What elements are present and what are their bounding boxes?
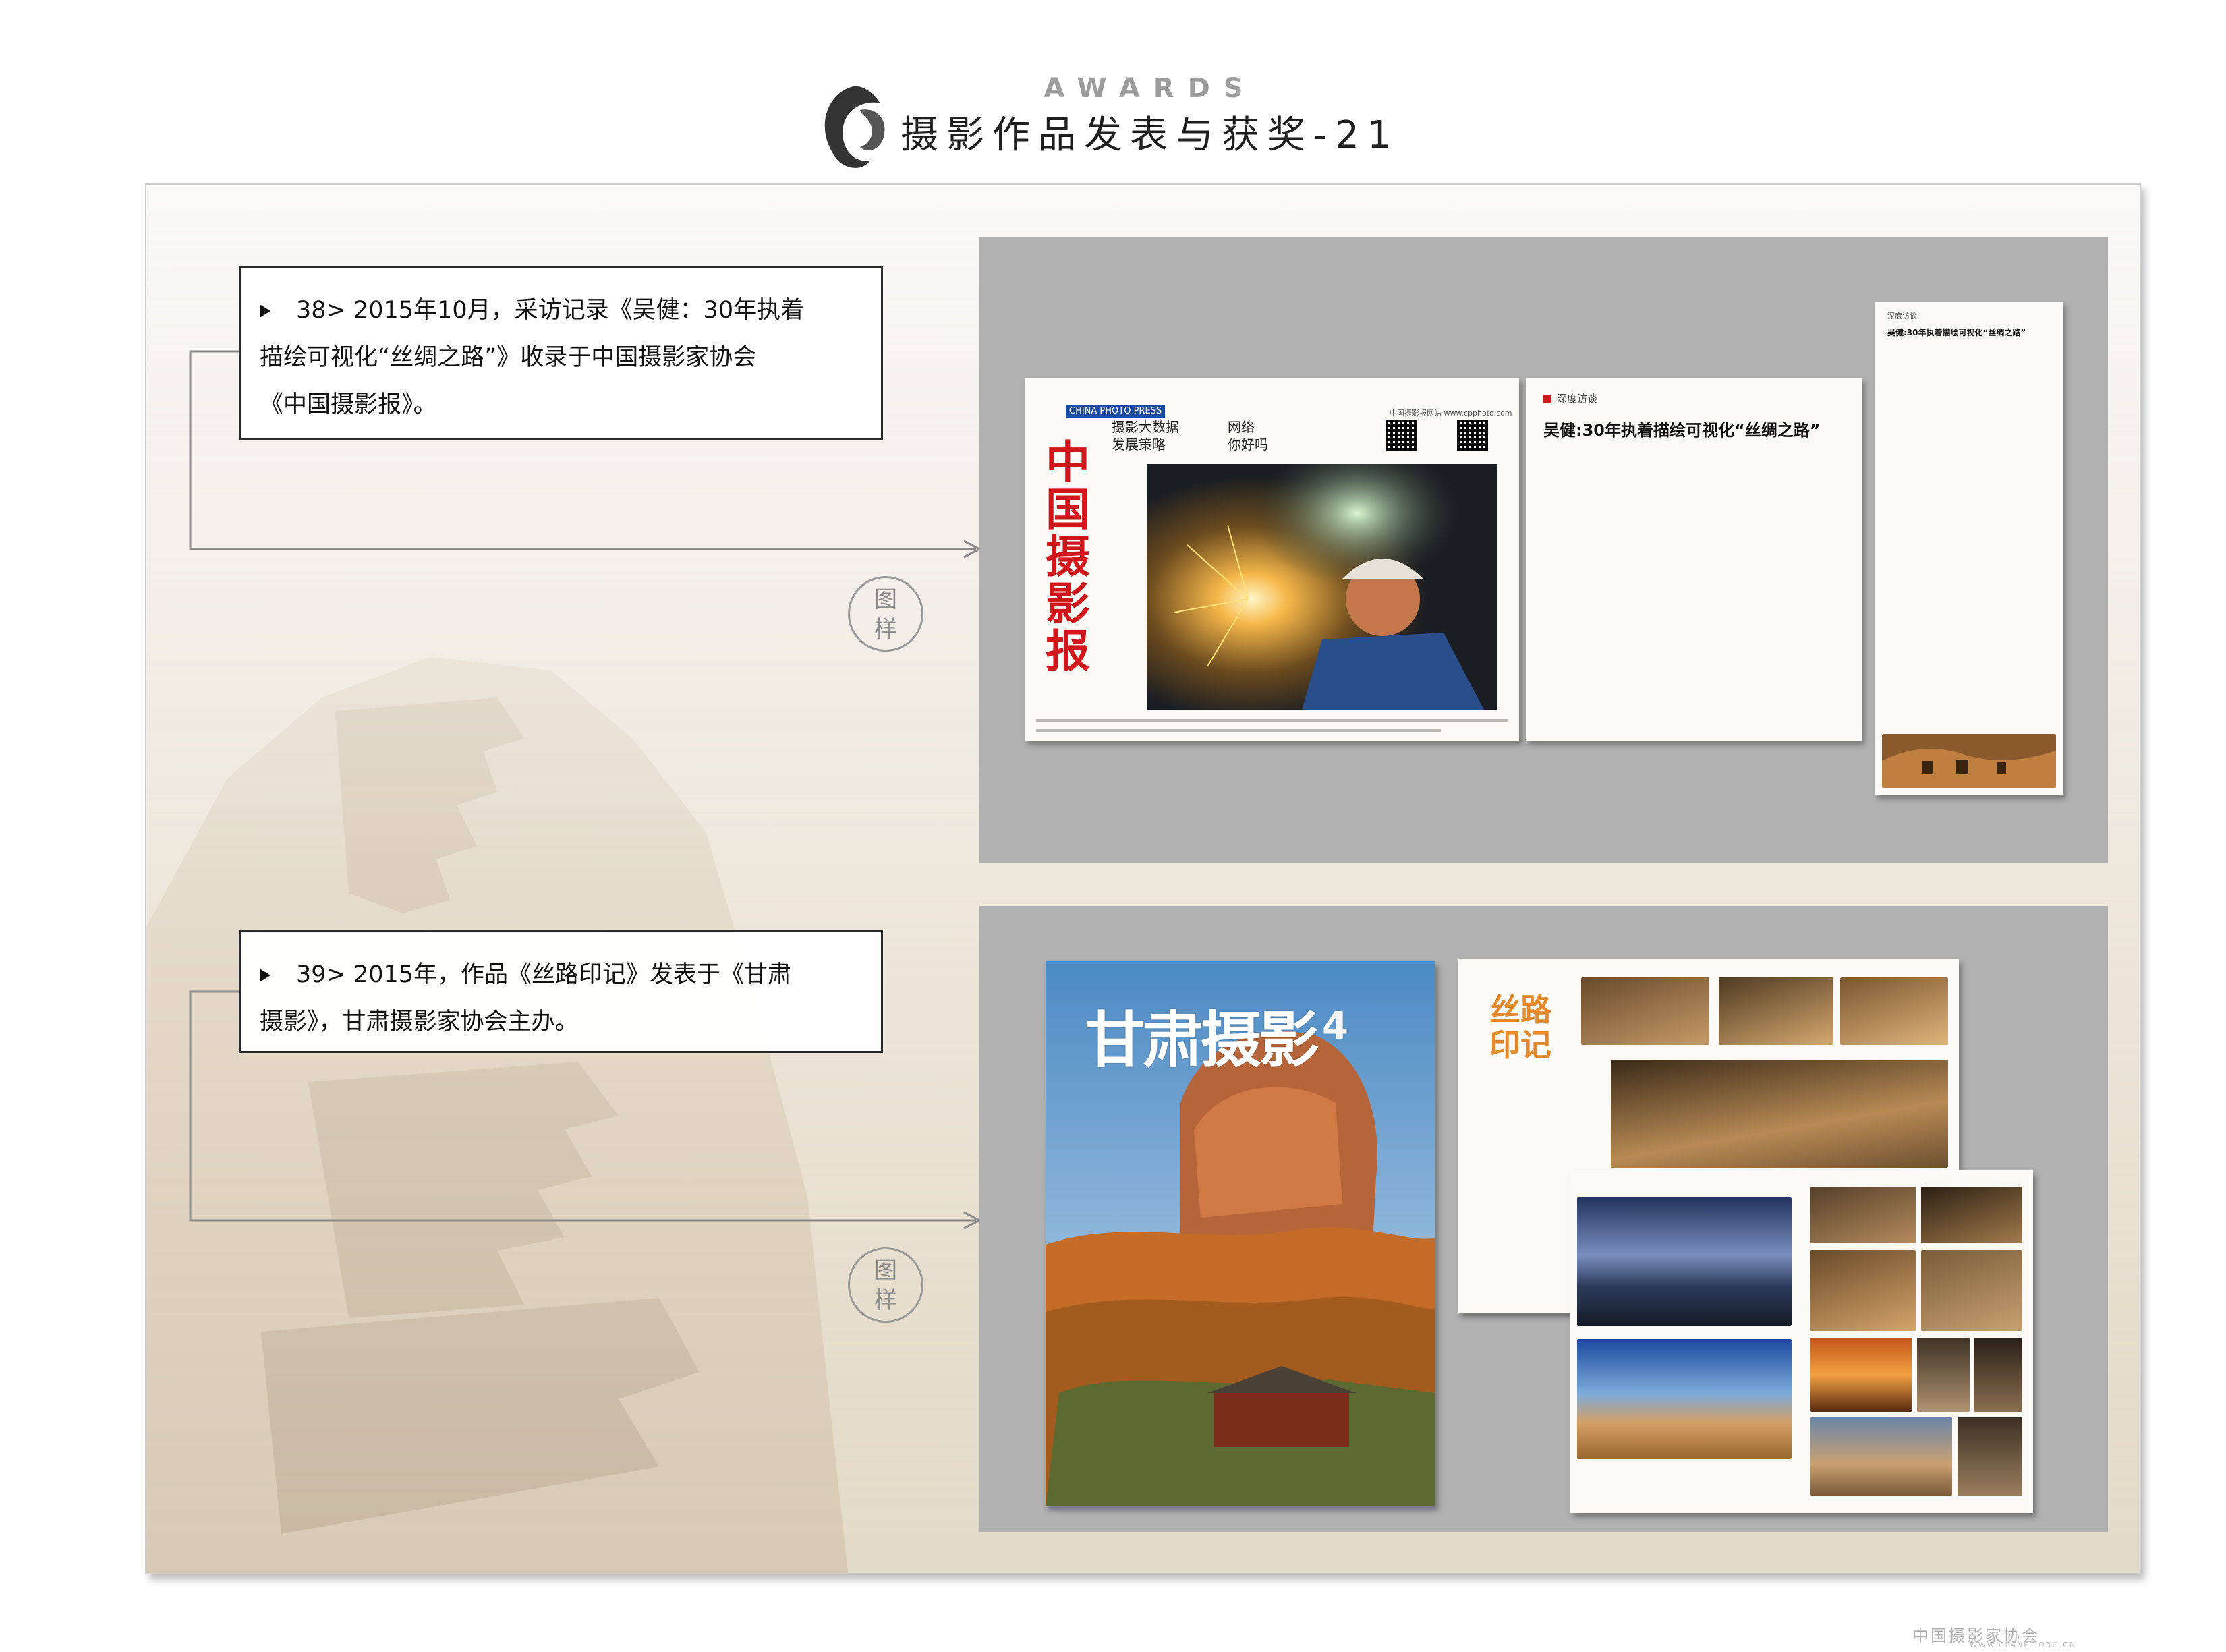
newspaper-site: 中国摄影报网站 www.cpphoto.com bbox=[1390, 409, 1512, 418]
sand-dunes-photo bbox=[1577, 1339, 1792, 1459]
grotto-photo bbox=[1882, 734, 2056, 788]
article-title: 吴健:30年执着描绘可视化“丝绸之路” bbox=[1887, 328, 2026, 337]
mountain-sunset-photo bbox=[1810, 1338, 1912, 1412]
magazine-cover: 甘肃摄影 4 bbox=[1046, 961, 1435, 1506]
buddha-statue-photo bbox=[1917, 1338, 1970, 1412]
spread-title: 丝路 印记 bbox=[1489, 992, 1551, 1063]
cave-buddha-photo bbox=[1958, 1417, 2022, 1496]
association-logo-icon bbox=[824, 86, 885, 168]
desert-photo bbox=[1581, 977, 1709, 1045]
newspaper-image-panel: CHINA PHOTO PRESS 中国摄影报 摄影大数据 发展策略 网络 你好… bbox=[979, 237, 2108, 863]
newspaper-masthead: 中国摄影报 bbox=[1046, 436, 1090, 677]
grotto-cliff-photo bbox=[1810, 1250, 1916, 1331]
awards-label: AWARDS bbox=[1044, 73, 1257, 104]
newspaper-article-page: 深度访谈 吴健:30年执着描绘可视化“丝绸之路” bbox=[1526, 378, 1862, 741]
qr-code-icon bbox=[1457, 420, 1488, 451]
text-line bbox=[1036, 719, 1508, 722]
magazine-image-panel: 甘肃摄影 4 丝路 印记 bbox=[979, 906, 2108, 1532]
pagoda-photo bbox=[1810, 1417, 1952, 1496]
article-tag: 深度访谈 bbox=[1543, 391, 1597, 405]
newspaper-brand: CHINA PHOTO PRESS bbox=[1066, 405, 1166, 418]
footer-url: WWW.CPANET.ORG.CN bbox=[1970, 1641, 2077, 1649]
qr-code-icon bbox=[1386, 420, 1417, 451]
newspaper-article-continued: 深度访谈 吴健:30年执着描绘可视化“丝绸之路” bbox=[1875, 302, 2063, 795]
newspaper-front-page: CHINA PHOTO PRESS 中国摄影报 摄影大数据 发展策略 网络 你好… bbox=[1025, 378, 1519, 741]
river-valley-photo bbox=[1611, 1060, 1948, 1168]
magazine-issue-number: 4 bbox=[1322, 1004, 1348, 1048]
magazine-cover-title: 甘肃摄影 bbox=[1085, 1005, 1319, 1076]
dunes-photo bbox=[1840, 977, 1948, 1045]
article-title: 吴健:30年执着描绘可视化“丝绸之路” bbox=[1543, 421, 1821, 440]
grotto-statue-photo bbox=[1974, 1338, 2022, 1412]
page-title: 摄影作品发表与获奖-21 bbox=[901, 113, 1400, 157]
ruins-photo bbox=[1719, 977, 1833, 1045]
sample-stamp: 图样 bbox=[848, 1247, 923, 1323]
fortress-photo bbox=[1921, 1187, 2022, 1243]
aerial-ruins-photo bbox=[1810, 1187, 1916, 1243]
newspaper-headline-2: 网络 你好吗 bbox=[1228, 419, 1268, 453]
fort-ruins-photo bbox=[1921, 1250, 2022, 1331]
text-line bbox=[1036, 729, 1441, 732]
article-tag: 深度访谈 bbox=[1887, 312, 1917, 320]
sample-stamp: 图样 bbox=[848, 576, 923, 652]
newspaper-headline-1: 摄影大数据 发展策略 bbox=[1112, 419, 1179, 453]
welder-photo bbox=[1147, 464, 1497, 710]
magazine-spread-front bbox=[1570, 1170, 2033, 1513]
lake-sunset-photo bbox=[1577, 1197, 1792, 1326]
